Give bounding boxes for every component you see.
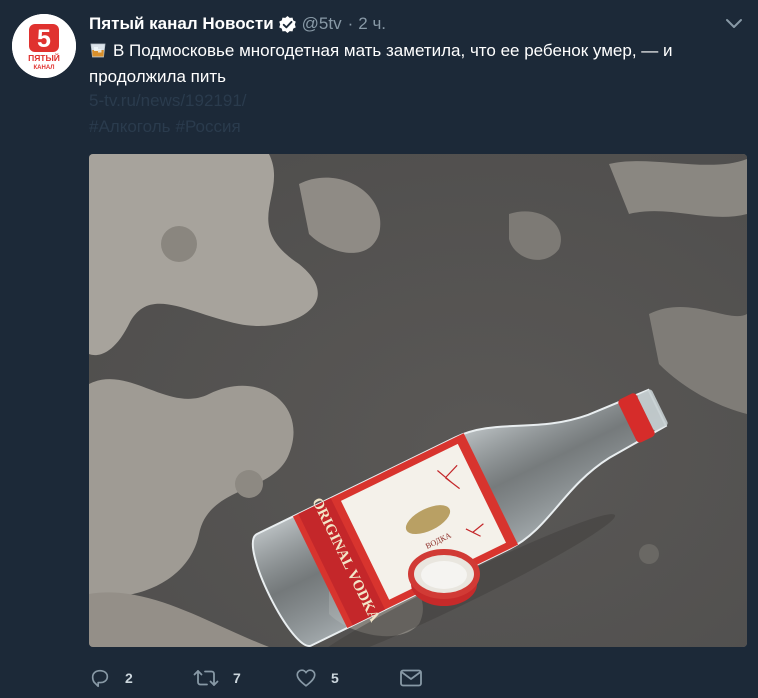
reply-count: 2: [125, 670, 133, 686]
retweet-button[interactable]: 7: [193, 667, 295, 689]
like-count: 5: [331, 670, 339, 686]
display-name[interactable]: Пятый канал Новости: [89, 14, 274, 34]
tweet-body-text: В Подмосковье многодетная мать заметила,…: [89, 41, 673, 86]
tweet-text: В Подмосковье многодетная мать заметила,…: [89, 38, 729, 90]
fifth-channel-logo: 5 ПЯТЫЙ КАНАЛ: [12, 14, 76, 78]
chevron-down-icon: [726, 19, 742, 28]
tweet-photo[interactable]: ORIGINAL VODKA ВОДКА: [89, 154, 747, 647]
like-button[interactable]: 5: [295, 667, 399, 689]
article-link[interactable]: 5-tv.ru/news/192191/: [89, 91, 247, 111]
handle[interactable]: @5tv: [302, 14, 342, 34]
avatar-logo-line1: ПЯТЫЙ: [28, 52, 60, 63]
reply-button[interactable]: 2: [89, 667, 193, 689]
envelope-icon: [400, 669, 422, 687]
heart-icon: [296, 669, 316, 687]
tweet: 5 ПЯТЫЙ КАНАЛ Пятый канал Новости @5tv ·…: [0, 0, 758, 698]
verified-badge-icon: [278, 15, 297, 34]
retweet-count: 7: [233, 670, 241, 686]
hashtags: #Алкоголь #Россия: [89, 117, 246, 137]
tweet-actions: 2 7 5: [89, 664, 423, 692]
hashtag-russia[interactable]: #Россия: [175, 117, 240, 136]
avatar-logo-number: 5: [37, 25, 51, 53]
hashtag-alcohol[interactable]: #Алкоголь: [89, 117, 170, 136]
direct-message-button[interactable]: [399, 668, 423, 688]
avatar[interactable]: 5 ПЯТЫЙ КАНАЛ: [12, 14, 76, 78]
retweet-icon: [193, 670, 219, 686]
reply-icon: [91, 669, 109, 688]
separator-dot: ·: [347, 14, 354, 33]
more-options-button[interactable]: [722, 14, 746, 34]
tweet-header: Пятый канал Новости @5tv · 2 ч.: [89, 12, 386, 36]
avatar-logo-line2: КАНАЛ: [34, 65, 55, 71]
timestamp[interactable]: 2 ч.: [358, 14, 386, 34]
tumbler-glass-icon: [89, 41, 107, 59]
bottle-on-asphalt-photo: ORIGINAL VODKA ВОДКА: [89, 154, 747, 647]
